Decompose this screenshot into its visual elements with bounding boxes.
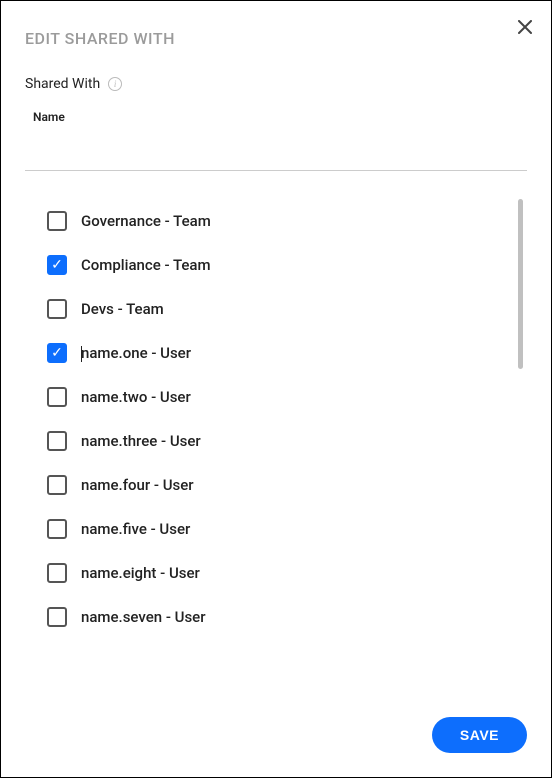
- close-button[interactable]: [513, 15, 537, 39]
- list-item: ✓ Compliance - Team: [47, 243, 527, 287]
- checkbox[interactable]: ✓: [47, 387, 67, 407]
- save-button[interactable]: SAVE: [432, 717, 527, 753]
- list-item: ✓ name.seven - User: [47, 595, 527, 635]
- dialog-footer: SAVE: [25, 717, 527, 753]
- list-item: ✓ name.three - User: [47, 419, 527, 463]
- list-item: ✓ name.two - User: [47, 375, 527, 419]
- name-column-header: Name: [33, 110, 527, 124]
- list-item: ✓ name.one - User: [47, 331, 527, 375]
- checkbox[interactable]: ✓: [47, 211, 67, 231]
- info-icon[interactable]: i: [108, 77, 122, 91]
- item-label: Compliance - Team: [81, 256, 211, 274]
- checkbox[interactable]: ✓: [47, 607, 67, 627]
- checkbox[interactable]: ✓: [47, 519, 67, 539]
- share-list: ✓ Governance - Team ✓ Compliance - Team ✓ Dev…: [25, 195, 527, 635]
- item-label: name.eight - User: [81, 564, 200, 582]
- list-item: ✓ name.eight - User: [47, 551, 527, 595]
- checkmark-icon: ✓: [51, 346, 63, 360]
- checkbox[interactable]: ✓: [47, 343, 67, 363]
- checkbox[interactable]: ✓: [47, 255, 67, 275]
- list-item: ✓ Devs - Team: [47, 287, 527, 331]
- share-list-container: ✓ Governance - Team ✓ Compliance - Team ✓ Dev…: [25, 195, 527, 635]
- checkbox[interactable]: ✓: [47, 475, 67, 495]
- list-item: ✓ Governance - Team: [47, 199, 527, 243]
- item-label: name.five - User: [81, 520, 190, 538]
- name-filter-input[interactable]: [25, 140, 527, 171]
- item-label: name.two - User: [81, 388, 191, 406]
- item-label: Devs - Team: [81, 300, 164, 318]
- checkbox[interactable]: ✓: [47, 563, 67, 583]
- checkbox[interactable]: ✓: [47, 299, 67, 319]
- shared-with-label: Shared With: [25, 76, 100, 92]
- item-label: name.three - User: [81, 432, 201, 450]
- checkmark-icon: ✓: [51, 258, 63, 272]
- checkbox[interactable]: ✓: [47, 431, 67, 451]
- item-label: Governance - Team: [81, 212, 211, 230]
- item-label: name.one - User: [81, 344, 191, 362]
- scrollbar[interactable]: [518, 199, 523, 369]
- close-icon: [518, 20, 532, 34]
- dialog-title: EDIT SHARED WITH: [25, 29, 527, 48]
- list-item: ✓ name.four - User: [47, 463, 527, 507]
- shared-with-label-row: Shared With i: [25, 76, 527, 92]
- item-label: name.seven - User: [81, 608, 206, 626]
- item-label: name.four - User: [81, 476, 194, 494]
- edit-shared-with-dialog: EDIT SHARED WITH Shared With i Name ✓ Gov…: [1, 1, 551, 777]
- list-item: ✓ name.five - User: [47, 507, 527, 551]
